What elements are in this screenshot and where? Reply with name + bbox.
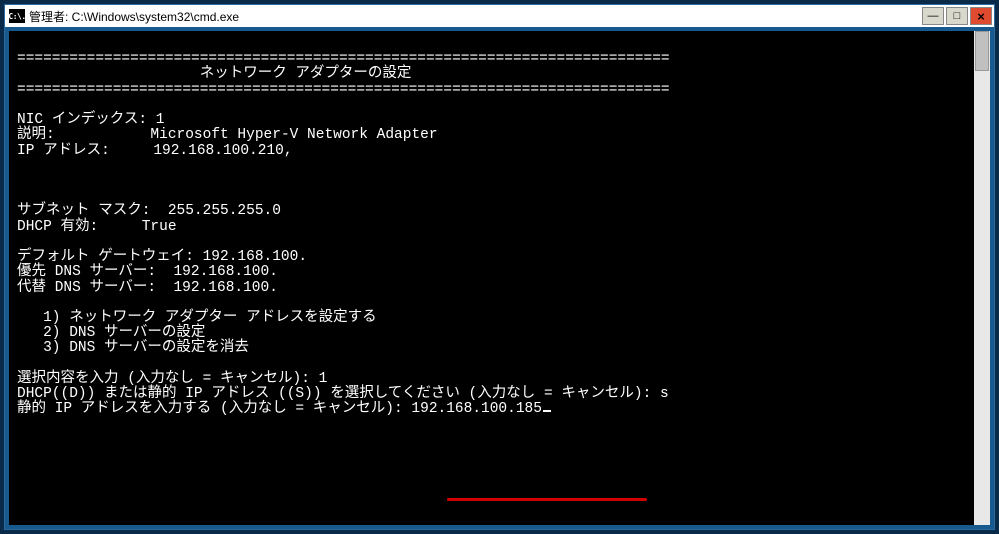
prompt-selection: 選択内容を入力 (入力なし = キャンセル): (17, 371, 310, 387)
maximize-icon: □ (954, 11, 961, 22)
separator-top: ========================================… (17, 51, 670, 67)
text-cursor (543, 410, 551, 412)
highlight-underline-annotation (447, 498, 647, 501)
prompt-dhcp-static-input: s (660, 386, 669, 402)
prompt-static-ip-input: 192.168.100.185 (411, 401, 542, 417)
console-area[interactable]: ========================================… (9, 31, 990, 525)
dns2-value: 192.168.100. (173, 280, 277, 296)
console-output: ========================================… (9, 31, 990, 525)
scrollbar[interactable] (974, 31, 990, 525)
ip-address-value: 192.168.100.210, (153, 143, 292, 159)
scrollbar-thumb[interactable] (975, 31, 989, 71)
prompt-static-ip: 静的 IP アドレスを入力する (入力なし = キャンセル): (17, 401, 403, 417)
dns1-value: 192.168.100. (173, 264, 277, 280)
subnet-value: 255.255.255.0 (168, 203, 281, 219)
config-header: ネットワーク アダプターの設定 (200, 66, 412, 82)
minimize-button[interactable]: — (922, 7, 944, 25)
dhcp-label: DHCP 有効: (17, 219, 98, 235)
gateway-value: 192.168.100. (203, 249, 307, 265)
separator-bottom: ========================================… (17, 82, 670, 98)
prompt-dhcp-static: DHCP((D)) または静的 IP アドレス ((S)) を選択してください … (17, 386, 651, 402)
window-controls: — □ × (922, 7, 992, 25)
ip-address-label: IP アドレス: (17, 143, 110, 159)
cmd-window: C:\. 管理者: C:\Windows\system32\cmd.exe — … (4, 4, 995, 530)
close-button[interactable]: × (970, 7, 992, 25)
dns1-label: 優先 DNS サーバー: (17, 264, 156, 280)
dhcp-value: True (142, 219, 177, 235)
window-title: 管理者: C:\Windows\system32\cmd.exe (29, 8, 922, 25)
prompt-selection-input: 1 (319, 371, 328, 387)
option-2: 2) DNS サーバーの設定 (43, 325, 205, 341)
nic-index-label: NIC インデックス: (17, 112, 147, 128)
gateway-label: デフォルト ゲートウェイ: (17, 249, 194, 265)
dns2-label: 代替 DNS サーバー: (17, 280, 156, 296)
minimize-icon: — (928, 11, 939, 22)
description-value: Microsoft Hyper-V Network Adapter (150, 127, 437, 143)
subnet-label: サブネット マスク: (17, 203, 150, 219)
option-3: 3) DNS サーバーの設定を消去 (43, 340, 249, 356)
nic-index-value: 1 (156, 112, 165, 128)
cmd-icon: C:\. (9, 9, 25, 23)
titlebar[interactable]: C:\. 管理者: C:\Windows\system32\cmd.exe — … (5, 5, 994, 27)
option-1: 1) ネットワーク アダプター アドレスを設定する (43, 310, 377, 326)
close-icon: × (977, 10, 985, 23)
maximize-button[interactable]: □ (946, 7, 968, 25)
description-label: 説明: (17, 127, 55, 143)
